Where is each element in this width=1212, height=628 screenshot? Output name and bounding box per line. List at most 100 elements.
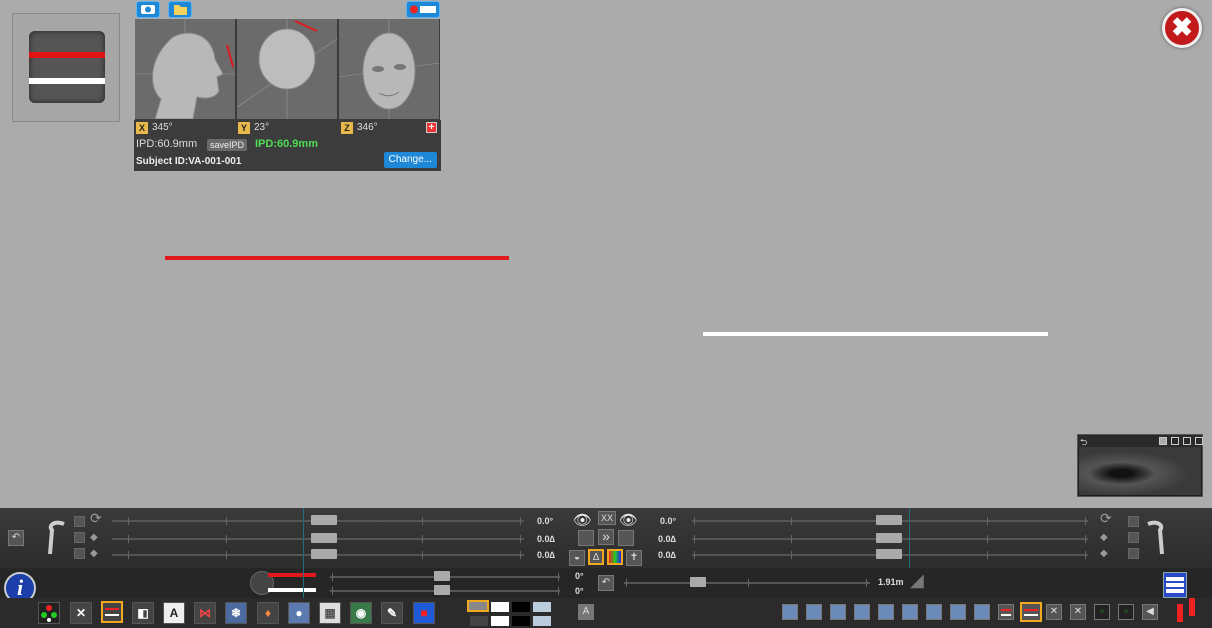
camera-button[interactable]	[136, 1, 160, 18]
camera-option-1[interactable]	[1159, 437, 1167, 445]
camera-option-2[interactable]	[1171, 437, 1179, 445]
small-dots-2-button[interactable]: ⁘	[1118, 604, 1134, 620]
preset-1-button[interactable]	[782, 604, 798, 620]
upper-rotation-slider[interactable]	[330, 571, 560, 581]
preview-red-line	[29, 52, 105, 58]
preset-4-button[interactable]	[854, 604, 870, 620]
lines-button[interactable]	[101, 601, 123, 623]
left-horizontal-slider[interactable]	[112, 549, 524, 559]
left-horizontal-knob[interactable]	[311, 549, 337, 559]
foreground-white-button[interactable]	[491, 616, 509, 626]
cube-icon: ■	[420, 606, 428, 620]
left-eye-icon[interactable]: 👁	[573, 511, 592, 529]
folder-button[interactable]	[168, 1, 192, 18]
pencil-button[interactable]: ✎	[381, 602, 403, 624]
center-option-right[interactable]	[618, 530, 634, 546]
small-lines-button[interactable]	[998, 604, 1014, 620]
preset-2-button[interactable]	[806, 604, 822, 620]
right-lock-1[interactable]	[1128, 516, 1139, 527]
foreground-dark-button[interactable]	[470, 616, 488, 626]
preset-7-button[interactable]	[926, 604, 942, 620]
distance-value: 1.91m	[878, 577, 904, 587]
cross-button[interactable]: ✕	[70, 602, 92, 624]
cover-left-button[interactable]: ◒	[569, 550, 585, 566]
left-lock-3[interactable]	[74, 548, 85, 559]
selected-lines-button[interactable]	[1020, 602, 1042, 622]
background-blue-button[interactable]	[533, 602, 551, 612]
worth-dots-button[interactable]	[38, 602, 60, 624]
flame-button[interactable]: ♦	[257, 602, 279, 624]
prism-delta-button[interactable]: ∆	[588, 549, 604, 565]
small-cross-icon: ✕	[1049, 606, 1059, 617]
right-rotation-knob[interactable]	[876, 515, 902, 525]
right-vertical-slider[interactable]	[692, 533, 1088, 543]
preset-8-button[interactable]	[950, 604, 966, 620]
swap-eyes-button[interactable]: XX	[598, 511, 616, 525]
preset-9-button[interactable]	[974, 604, 990, 620]
reset-head-button[interactable]: +	[426, 122, 437, 133]
right-lock-3[interactable]	[1128, 548, 1139, 559]
close-button[interactable]: ✖	[1162, 8, 1202, 48]
right-horizontal-knob[interactable]	[876, 549, 902, 559]
ipd-value: IPD:60.9mm	[136, 138, 198, 150]
right-lock-2[interactable]	[1128, 532, 1139, 543]
right-horizontal-slider[interactable]	[692, 549, 1088, 559]
distance-slider[interactable]	[624, 577, 870, 587]
right-vertical-knob[interactable]	[876, 533, 902, 543]
right-rotation-slider[interactable]	[692, 515, 1088, 525]
snowflake-button[interactable]: ❄	[225, 602, 247, 624]
forward-button[interactable]: »	[598, 529, 614, 545]
previous-button[interactable]: ◀	[1142, 604, 1158, 620]
distance-undo-button[interactable]: ↶	[598, 575, 614, 591]
lower-rotation-slider[interactable]	[330, 585, 560, 595]
head-top-image	[237, 19, 337, 119]
right-rotation-value: 0.0°	[660, 516, 677, 526]
stimulus-preview[interactable]	[12, 13, 120, 122]
preset-3-button[interactable]	[830, 604, 846, 620]
head-profile-image	[135, 19, 235, 119]
upper-rotation-knob[interactable]	[434, 571, 450, 581]
background-white-button[interactable]	[491, 602, 509, 612]
record-button[interactable]	[406, 1, 440, 18]
person-button[interactable]: ✝	[626, 550, 642, 566]
bowtie-button[interactable]: ⋈	[194, 602, 216, 624]
save-ipd-button[interactable]: saveIPD	[207, 139, 248, 151]
globe-button[interactable]: ●	[288, 602, 310, 624]
target-button[interactable]: ◉	[350, 602, 372, 624]
cube-button[interactable]: ■	[413, 602, 435, 624]
grid-button[interactable]: ▦	[319, 602, 341, 624]
left-undo-button[interactable]: ↶	[8, 530, 24, 546]
left-rotation-knob[interactable]	[311, 515, 337, 525]
left-vertical-slider[interactable]	[112, 533, 524, 543]
split-button[interactable]: ◧	[132, 602, 154, 624]
small-dots-button[interactable]: ⁘	[1094, 604, 1110, 620]
left-center-guide	[303, 508, 304, 598]
small-cross-button[interactable]: ✕	[1046, 604, 1062, 620]
camera-option-4[interactable]	[1195, 437, 1203, 445]
color-filter-button[interactable]	[607, 549, 623, 565]
center-option-left[interactable]	[578, 530, 594, 546]
left-rotation-slider[interactable]	[112, 515, 524, 525]
left-vertical-knob[interactable]	[311, 533, 337, 543]
head-side-view	[135, 19, 235, 119]
left-lock-2[interactable]	[74, 532, 85, 543]
foreground-black-button[interactable]	[512, 616, 530, 626]
right-eye-icon[interactable]: 👁	[619, 511, 638, 529]
lower-rotation-knob[interactable]	[434, 585, 450, 595]
background-black-button[interactable]	[512, 602, 530, 612]
left-lock-1[interactable]	[74, 516, 85, 527]
layers-button[interactable]	[1163, 572, 1187, 598]
distance-knob[interactable]	[690, 577, 706, 587]
small-cross-2-button[interactable]: ✕	[1070, 604, 1086, 620]
letter-a-button[interactable]: A	[163, 602, 185, 624]
camera-option-3[interactable]	[1183, 437, 1191, 445]
preset-6-button[interactable]	[902, 604, 918, 620]
left-rotate-icon: ⟳	[90, 510, 102, 526]
split-view-button[interactable]	[1176, 598, 1198, 624]
text-size-button[interactable]: A	[578, 604, 594, 620]
foreground-blue-button[interactable]	[533, 616, 551, 626]
change-subject-button[interactable]: Change...	[383, 152, 437, 168]
background-gray-button[interactable]	[467, 600, 489, 612]
preset-5-button[interactable]	[878, 604, 894, 620]
eye-camera-view[interactable]: ⮌	[1077, 434, 1203, 497]
